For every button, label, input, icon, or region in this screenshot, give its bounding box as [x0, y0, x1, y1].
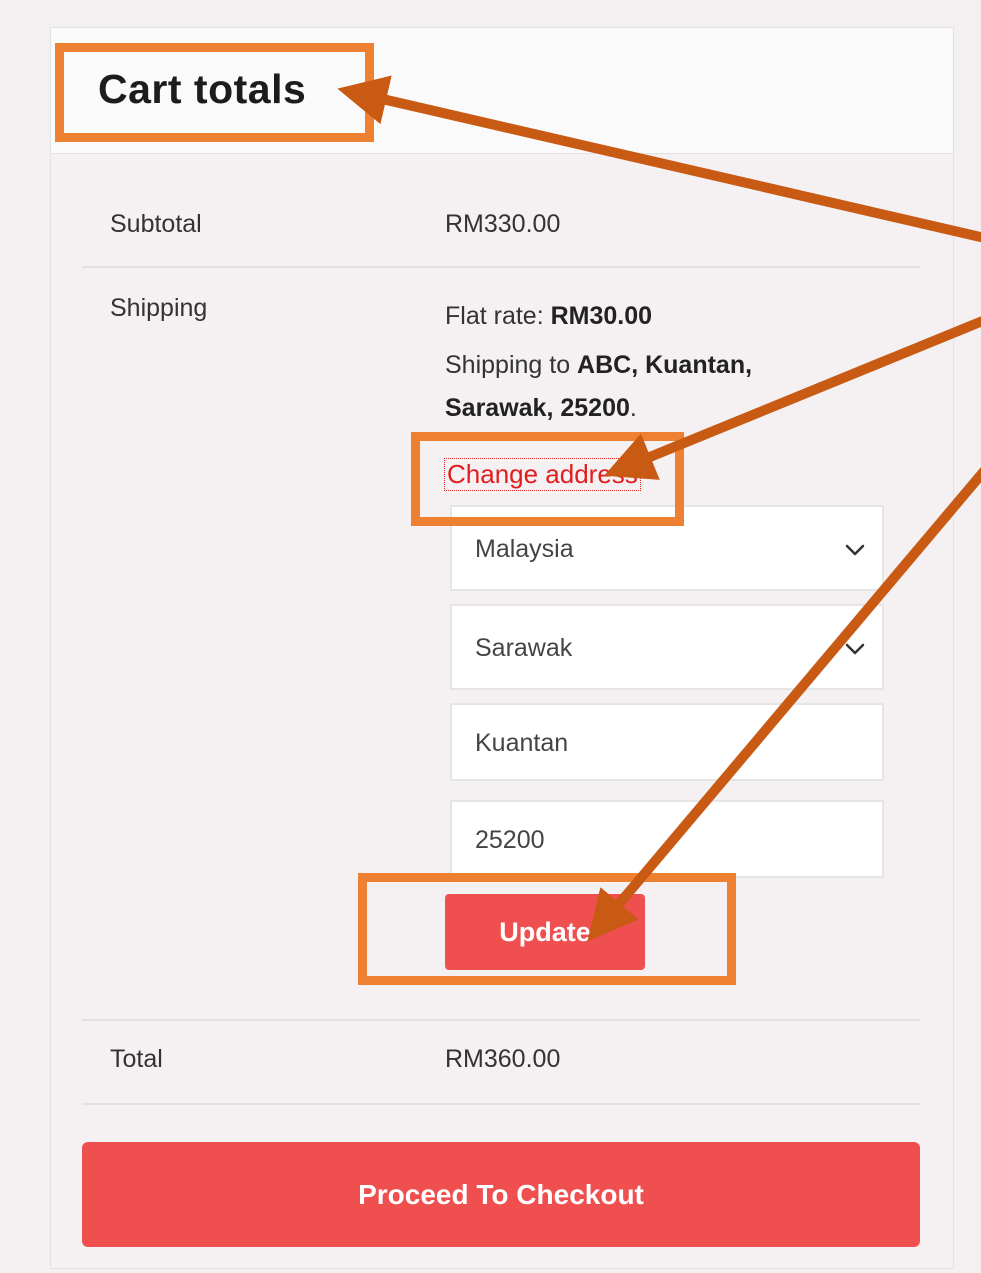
country-select-value: Malaysia [475, 535, 574, 563]
shipping-to-line-2: Sarawak, 25200. [445, 388, 637, 428]
flat-rate-prefix: Flat rate: [445, 302, 551, 330]
city-input-value: Kuantan [475, 729, 569, 757]
update-button[interactable]: Update [445, 894, 645, 970]
flat-rate-line: Flat rate: RM30.00 [445, 296, 652, 336]
proceed-to-checkout-button[interactable]: Proceed To Checkout [82, 1142, 920, 1247]
chevron-down-icon [845, 643, 865, 655]
total-value: RM360.00 [445, 1045, 561, 1073]
divider [82, 266, 920, 268]
cart-totals-title: Cart totals [98, 66, 307, 112]
country-select[interactable]: Malaysia [450, 505, 884, 591]
state-select[interactable]: Sarawak [450, 604, 884, 690]
total-label: Total [110, 1045, 163, 1073]
state-select-value: Sarawak [475, 634, 573, 662]
subtotal-value: RM330.00 [445, 210, 561, 238]
change-address-link[interactable]: Change address [444, 458, 641, 491]
shipping-to-line: Shipping to ABC, Kuantan, [445, 345, 752, 385]
shipping-to-address-2: Sarawak, 25200 [445, 394, 630, 422]
chevron-down-icon [845, 544, 865, 556]
shipping-to-address-1: ABC, Kuantan, [577, 351, 753, 379]
divider [82, 1103, 920, 1105]
divider [82, 1019, 920, 1021]
flat-rate-value: RM30.00 [550, 302, 653, 330]
city-input[interactable]: Kuantan [450, 703, 884, 781]
shipping-to-prefix: Shipping to [445, 351, 578, 379]
postcode-input-value: 25200 [475, 826, 545, 854]
cart-totals-header: Cart totals [51, 28, 953, 154]
subtotal-label: Subtotal [110, 210, 202, 238]
postcode-input[interactable]: 25200 [450, 800, 884, 878]
shipping-to-suffix: . [629, 394, 637, 422]
shipping-label: Shipping [110, 294, 208, 322]
